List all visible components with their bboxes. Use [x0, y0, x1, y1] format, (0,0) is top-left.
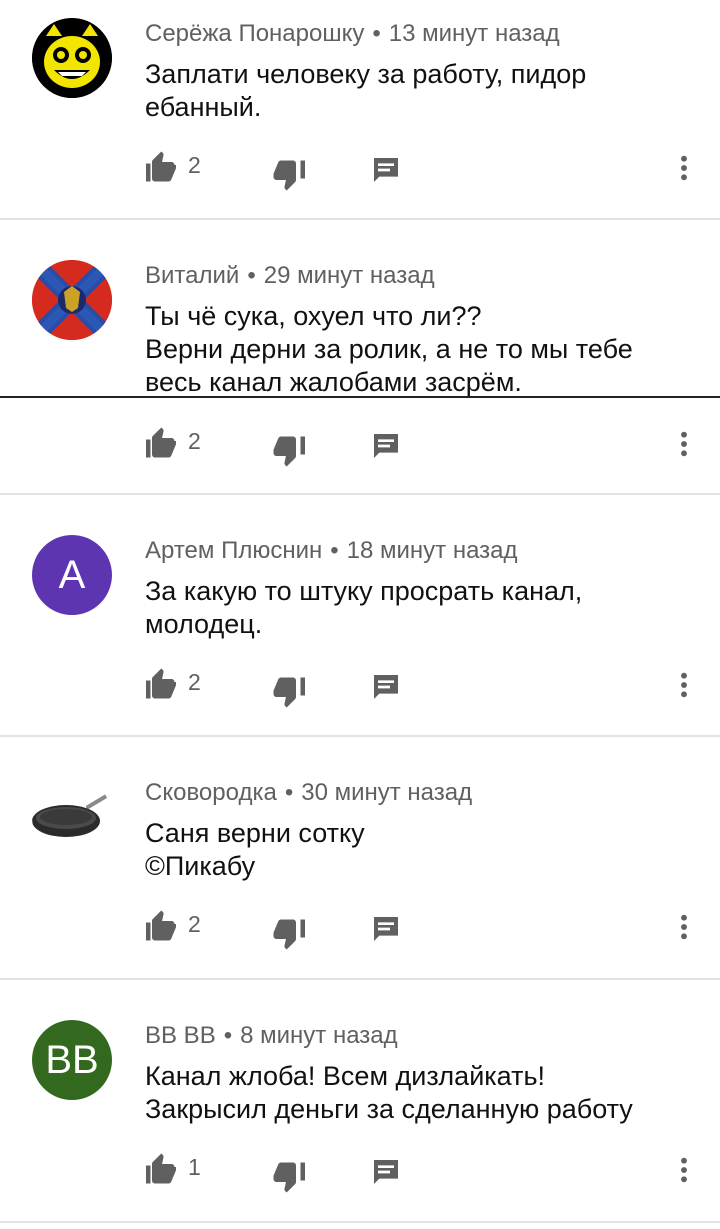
thumbs-up-icon[interactable]: [143, 909, 179, 945]
comment-actions: 2: [0, 426, 720, 468]
comment-text-line: Канал жлоба! Всем дизлайкать!: [145, 1061, 546, 1091]
comment-text: За какую то штуку просрать канал, молоде…: [145, 575, 705, 641]
comment-text-line: Ты чё сука, охуел что ли??: [145, 301, 482, 331]
comment-text: Ты чё сука, охуел что ли?? Верни дерни з…: [145, 300, 705, 399]
comment-text-line: Саня верни сотку: [145, 818, 365, 848]
comment-actions: 2: [0, 667, 720, 709]
reply-icon[interactable]: [370, 913, 402, 945]
comment-text-line: молодец.: [145, 609, 263, 639]
like-count: 2: [188, 669, 201, 695]
comment-item: Виталий • 29 минут назад Ты чё сука, охуел…: [0, 220, 720, 495]
thumbs-down-icon[interactable]: [272, 156, 308, 192]
meta-separator: •: [284, 779, 294, 806]
comment-author[interactable]: Артем Плюснин: [145, 537, 322, 564]
comment-meta: BB BB • 8 минут назад: [145, 1022, 398, 1050]
comment-author[interactable]: Серёжа Понарошку: [145, 20, 364, 47]
comment-text: Заплати человеку за работу, пидор ебанны…: [145, 58, 705, 124]
comment-meta: Серёжа Понарошку • 13 минут назад: [145, 20, 560, 48]
avatar[interactable]: [32, 18, 112, 98]
more-vert-icon[interactable]: [668, 150, 700, 186]
meta-separator: •: [372, 20, 381, 47]
comment-actions: 1: [0, 1152, 720, 1194]
meta-separator: •: [330, 537, 339, 564]
more-vert-icon[interactable]: [668, 667, 700, 703]
thumbs-up-icon[interactable]: [143, 667, 179, 703]
reply-icon[interactable]: [370, 154, 402, 186]
more-vert-icon[interactable]: [668, 1152, 700, 1188]
comment-text: Канал жлоба! Всем дизлайкать! Закрысил д…: [145, 1060, 705, 1126]
thumbs-down-icon[interactable]: [272, 432, 308, 468]
comment-time: 18 минут назад: [346, 537, 518, 564]
comment-text-line: весь канал жалобами засрём.: [145, 367, 522, 397]
comment-text-line: За какую то штуку просрать канал,: [145, 576, 583, 606]
flag-emblem-avatar-icon: [32, 260, 112, 340]
comment-actions: 2: [0, 150, 720, 192]
comment-text: Саня верни сотку ©Пикабу: [145, 817, 705, 883]
like-count: 2: [188, 911, 201, 937]
reply-icon[interactable]: [370, 671, 402, 703]
cartoon-cat-avatar-icon: [32, 18, 112, 98]
comment-item: А Артем Плюснин • 18 минут назад За какую …: [0, 495, 720, 737]
comment-text-line: ебанный.: [145, 92, 262, 122]
comment-item: BB BB BB • 8 минут назад Канал жлоба! Всем…: [0, 980, 720, 1223]
avatar[interactable]: [32, 777, 112, 857]
frying-pan-avatar-icon: [32, 777, 112, 857]
thumbs-up-icon[interactable]: [143, 1152, 179, 1188]
comment-item: Серёжа Понарошку • 13 минут назад Заплати …: [0, 0, 720, 220]
screen-artifact-line: [0, 396, 720, 398]
more-vert-icon[interactable]: [668, 426, 700, 462]
avatar[interactable]: BB: [32, 1020, 112, 1100]
thumbs-down-icon[interactable]: [272, 915, 308, 951]
avatar-letter: А: [58, 552, 86, 597]
comment-meta: Виталий • 29 минут назад: [145, 262, 435, 290]
thumbs-down-icon[interactable]: [272, 1158, 308, 1194]
comment-author[interactable]: Сковородка: [145, 779, 277, 806]
like-count: 1: [188, 1154, 201, 1180]
meta-separator: •: [223, 1022, 233, 1049]
avatar[interactable]: [32, 260, 112, 340]
comment-time: 13 минут назад: [388, 20, 560, 47]
comments-feed: Серёжа Понарошку • 13 минут назад Заплати …: [0, 0, 720, 1229]
thumbs-up-icon[interactable]: [143, 150, 179, 186]
comment-text-line: Закрысил деньги за сделанную работу: [145, 1094, 633, 1124]
more-vert-icon[interactable]: [668, 909, 700, 945]
comment-text-line: Заплати человеку за работу, пидор: [145, 59, 587, 89]
avatar[interactable]: А: [32, 535, 112, 615]
meta-separator: •: [247, 262, 256, 289]
comment-time: 8 минут назад: [240, 1022, 398, 1049]
reply-icon[interactable]: [370, 430, 402, 462]
comment-time: 29 минут назад: [263, 262, 435, 289]
comment-text-line: Верни дерни за ролик, а не то мы тебе: [145, 334, 633, 364]
thumbs-down-icon[interactable]: [272, 673, 308, 709]
like-count: 2: [188, 152, 201, 178]
comment-author[interactable]: BB BB: [145, 1022, 216, 1049]
thumbs-up-icon[interactable]: [143, 426, 179, 462]
comment-meta: Артем Плюснин • 18 минут назад: [145, 537, 518, 565]
reply-icon[interactable]: [370, 1156, 402, 1188]
like-count: 2: [188, 428, 201, 454]
comment-time: 30 минут назад: [301, 779, 473, 806]
comment-author[interactable]: Виталий: [145, 262, 239, 289]
avatar-letter: BB: [45, 1037, 99, 1082]
comment-meta: Сковородка • 30 минут назад: [145, 779, 472, 807]
comment-actions: 2: [0, 909, 720, 951]
comment-text-line: ©Пикабу: [145, 851, 256, 881]
comment-item: Сковородка • 30 минут назад Саня верни сот…: [0, 737, 720, 980]
